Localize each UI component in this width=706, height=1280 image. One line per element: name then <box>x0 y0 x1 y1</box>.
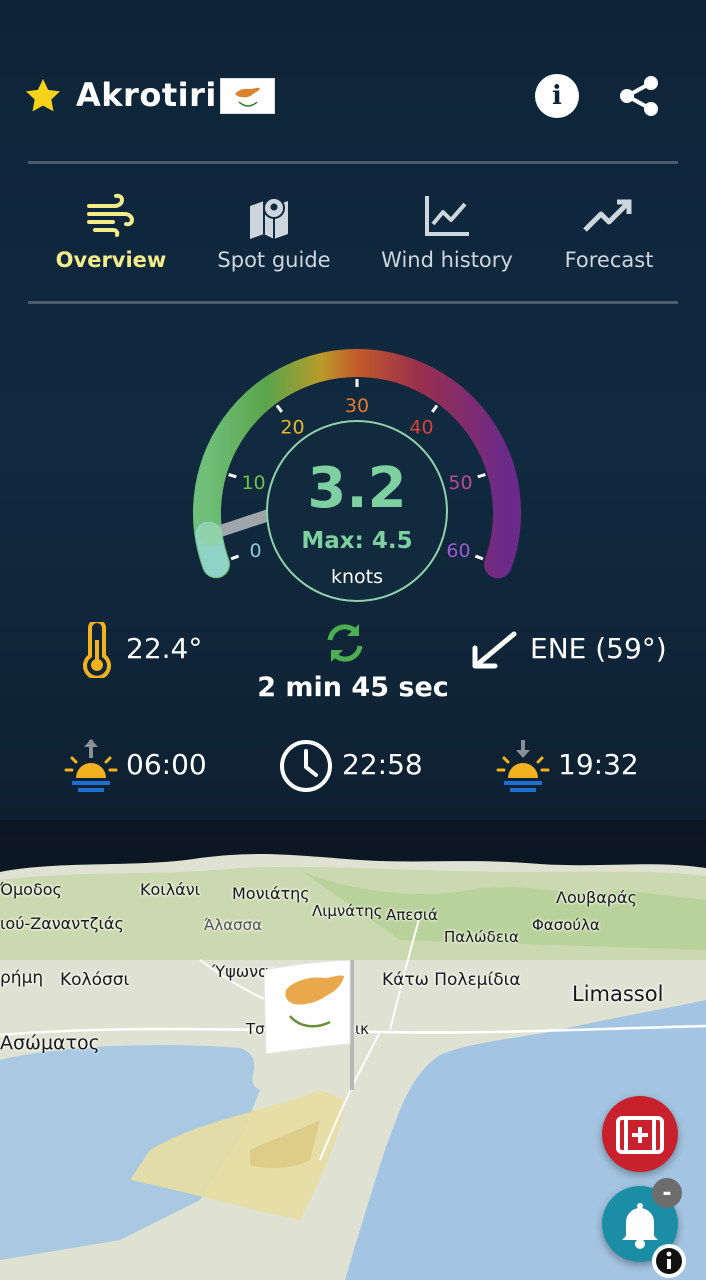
wind-icon <box>87 193 135 237</box>
gauge-tick <box>477 473 486 479</box>
gauge-tick-label: 60 <box>446 540 470 562</box>
current-time: 22:58 <box>342 748 423 781</box>
map-label: Λουβαράς <box>556 888 637 907</box>
share-icon[interactable] <box>616 74 662 118</box>
gauge-tick <box>275 404 283 413</box>
map-label: Όμοδος <box>0 880 62 899</box>
map-label: Απεσιά <box>386 906 438 924</box>
first-aid-button[interactable] <box>602 1096 678 1172</box>
divider-bottom <box>28 301 678 304</box>
gauge-tick <box>228 473 237 479</box>
map-label: Κολόσσι <box>60 970 130 990</box>
map-icon <box>250 197 288 239</box>
favorite-star-icon[interactable] <box>22 76 64 116</box>
map-label: Κοιλάνι <box>140 880 201 899</box>
info-icon: i <box>552 81 562 111</box>
clock-icon <box>280 740 332 792</box>
gauge-tick <box>230 554 240 561</box>
map-label: Μονιάτης <box>232 884 310 903</box>
gauge-tick-label: 0 <box>249 540 261 562</box>
map-label: Limassol <box>572 982 664 1006</box>
map-label: Άλασσα <box>204 916 263 934</box>
wind-max-value: Max: 4.5 <box>301 528 413 554</box>
map-label: Κάτω Πολεμίδια <box>382 970 521 990</box>
notification-badge[interactable]: - <box>652 1178 682 1208</box>
map-label: ικ <box>355 1020 369 1038</box>
gauge-tick-label: 40 <box>409 416 433 438</box>
divider-top <box>28 161 678 164</box>
wind-direction-value: ENE (59°) <box>530 632 667 665</box>
line-chart-icon <box>425 196 469 236</box>
first-aid-icon <box>616 1116 664 1154</box>
spot-map[interactable]: Όμοδος Κοιλάνι Μονιάτης Λουβαράς ιού-Ζαν… <box>0 820 706 1280</box>
refresh-icon[interactable] <box>322 620 368 666</box>
tab-overview-label: Overview <box>55 248 167 272</box>
info-button[interactable]: i <box>535 74 579 118</box>
wind-speed-value: 3.2 <box>307 456 407 521</box>
tab-wind-history-label: Wind history <box>381 248 513 272</box>
map-label: Φασούλα <box>532 916 600 934</box>
gauge-tick-label: 20 <box>280 416 304 438</box>
cyprus-flag-icon <box>220 78 275 114</box>
temperature-value: 22.4° <box>126 632 203 665</box>
sunset-icon <box>496 740 550 792</box>
map-label: ιού-Ζαναντζιάς <box>0 914 124 933</box>
map-label: Λιμνάτης <box>312 902 383 920</box>
trend-up-icon <box>583 199 632 232</box>
tab-spot-guide-label: Spot guide <box>217 248 331 272</box>
gauge-tick-label: 30 <box>345 395 369 417</box>
tab-forecast-label: Forecast <box>564 248 654 272</box>
sunset-time: 19:32 <box>558 748 639 781</box>
header: Akrotiri i <box>0 0 706 160</box>
tab-forecast[interactable]: Forecast <box>524 192 694 272</box>
map-label: ρήμη <box>0 968 44 988</box>
sunrise-time: 06:00 <box>126 748 207 781</box>
cyprus-flag-marker[interactable] <box>264 960 352 1054</box>
spot-title: Akrotiri <box>76 76 217 114</box>
wind-unit: knots <box>330 566 384 588</box>
wind-direction-arrow-icon <box>472 631 517 669</box>
tab-spot-guide[interactable]: Spot guide <box>189 192 359 272</box>
gauge-tick-label: 50 <box>448 472 472 494</box>
thermometer-icon <box>83 622 111 678</box>
gauge-tick <box>431 404 439 413</box>
sunrise-icon <box>64 739 118 792</box>
gauge-tick-label: 10 <box>241 472 265 494</box>
tab-wind-history[interactable]: Wind history <box>362 192 532 272</box>
map-label: Παλώδεια <box>444 928 519 946</box>
gauge-knob <box>198 522 223 547</box>
map-label: Τσ <box>246 1020 265 1038</box>
tab-overview[interactable]: Overview <box>26 192 196 272</box>
info-icon <box>656 1248 682 1274</box>
map-info-button[interactable] <box>652 1244 686 1278</box>
map-label: Ασώματος <box>0 1032 100 1054</box>
last-update-value: 2 min 45 sec <box>257 672 449 703</box>
gauge-tick <box>474 554 484 561</box>
